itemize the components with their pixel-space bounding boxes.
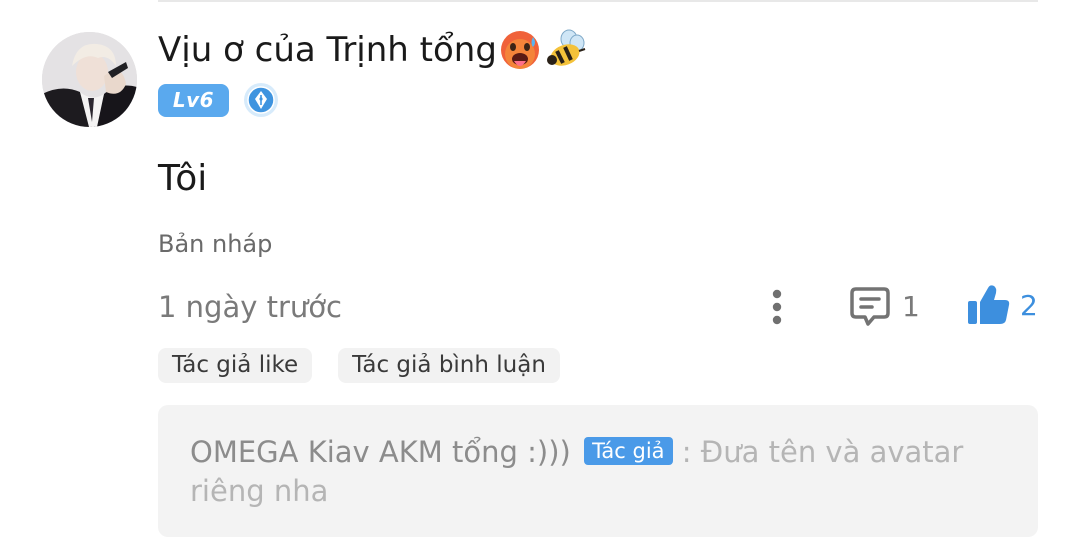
hot-face-emoji-icon xyxy=(499,29,541,71)
comment-count: 1 xyxy=(902,289,920,323)
avatar-image xyxy=(42,32,137,127)
badge-row: Lv6 xyxy=(158,82,279,118)
quill-medal-icon[interactable] xyxy=(243,82,279,118)
thumbs-up-icon xyxy=(968,285,1010,324)
reply-separator: : xyxy=(672,435,701,469)
bee-emoji-icon xyxy=(543,29,587,71)
like-count: 2 xyxy=(1020,288,1038,322)
tag-row: Tác giả like Tác giả bình luận xyxy=(158,348,586,383)
author-badge: Tác giả xyxy=(584,437,673,465)
like-button[interactable]: 2 xyxy=(966,280,1038,330)
avatar[interactable] xyxy=(42,32,137,127)
level-badge[interactable]: Lv6 xyxy=(158,83,229,117)
username-row: Vịu ơ của Trịnh tổng xyxy=(158,26,587,74)
more-options-button[interactable] xyxy=(760,286,794,328)
top-divider xyxy=(158,0,1038,2)
reply-author[interactable]: OMEGA Kiav AKM tổng :))) xyxy=(190,435,571,469)
comment-icon xyxy=(850,287,890,326)
post-content: Tôi xyxy=(158,158,208,199)
author-reply-box[interactable]: OMEGA Kiav AKM tổng :))) Tác giả : Đưa t… xyxy=(158,405,1038,537)
username[interactable]: Vịu ơ của Trịnh tổng xyxy=(158,28,497,72)
tag-author-liked: Tác giả like xyxy=(158,348,313,383)
comment-button[interactable]: 1 xyxy=(848,282,920,330)
draft-label: Bản nháp xyxy=(158,230,273,258)
tag-author-commented: Tác giả bình luận xyxy=(338,348,560,383)
more-vertical-icon xyxy=(772,289,782,325)
post-time: 1 ngày trước xyxy=(158,290,342,324)
